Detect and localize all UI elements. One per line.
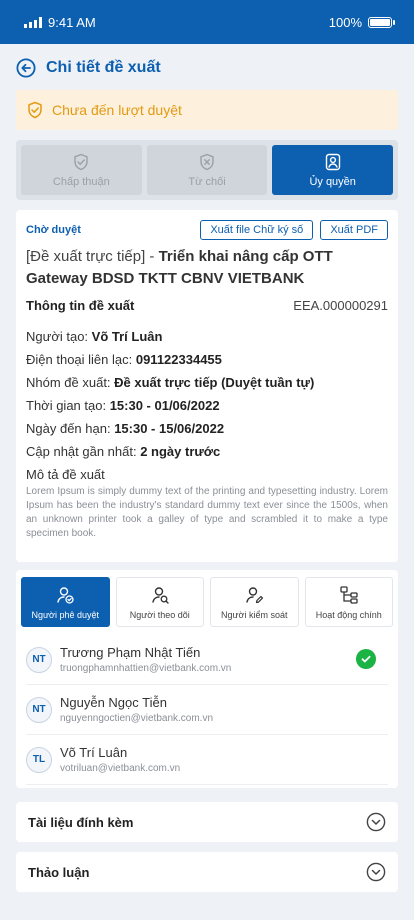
tab-activity[interactable]: Hoạt động chính <box>304 577 393 627</box>
phone-value: 091122334455 <box>135 352 222 367</box>
list-item[interactable]: TL Võ Trí Luân votriluan@vietbank.com.vn <box>26 735 388 785</box>
person-name: Trương Phạm Nhật Tiến <box>60 645 201 660</box>
due-row: Ngày đến hạn: 15:30 - 15/06/2022 <box>26 421 388 436</box>
user-search-icon <box>150 585 170 605</box>
status-notice: Chưa đến lượt duyệt <box>16 90 398 130</box>
approve-label: Chấp thuận <box>52 175 110 188</box>
tab-followers-label: Người theo dõi <box>129 609 190 620</box>
updated-label: Cập nhật gần nhất: <box>26 444 141 459</box>
tab-approvers[interactable]: Người phê duyệt <box>21 577 110 627</box>
page-title: Chi tiết đề xuất <box>46 59 161 76</box>
due-label: Ngày đến hạn: <box>26 421 115 436</box>
status-badge: Chờ duyệt <box>26 224 81 236</box>
created-row: Thời gian tạo: 15:30 - 01/06/2022 <box>26 398 388 413</box>
back-arrow-icon[interactable] <box>16 58 36 78</box>
person-name: Võ Trí Luân <box>60 745 128 760</box>
avatar: NT <box>26 696 52 723</box>
tab-followers[interactable]: Người theo dõi <box>115 577 204 627</box>
page-header: Chi tiết đề xuất <box>0 44 414 92</box>
list-item[interactable]: NT Trương Phạm Nhật Tiến truongphamnhatt… <box>26 635 388 685</box>
shield-warning-icon <box>26 101 44 119</box>
export-pdf-button[interactable]: Xuất PDF <box>320 220 388 240</box>
tab-controllers[interactable]: Người kiểm soát <box>210 577 299 627</box>
list-item[interactable]: NT Nguyễn Ngọc Tiễn nguyenngoctien@vietb… <box>26 685 388 735</box>
creator-value: Võ Trí Luân <box>91 329 163 344</box>
proposal-detail-card: Chờ duyệt Xuất file Chữ ký số Xuất PDF [… <box>16 210 398 562</box>
export-signature-button[interactable]: Xuất file Chữ ký số <box>200 220 314 240</box>
proposal-code: EEA.000000291 <box>293 298 388 313</box>
creator-row: Người tạo: Võ Trí Luân <box>26 329 388 344</box>
approver-list: NT Trương Phạm Nhật Tiến truongphamnhatt… <box>21 635 393 785</box>
phone-label: Điện thoại liên lạc: <box>26 352 136 367</box>
info-heading: Thông tin đề xuất <box>26 298 135 313</box>
tab-controllers-label: Người kiểm soát <box>221 609 288 620</box>
person-name: Nguyễn Ngọc Tiễn <box>60 695 167 710</box>
user-check-icon <box>55 585 75 605</box>
description-label: Mô tả đề xuất <box>26 467 105 482</box>
person-email: truongphamnhattien@vietbank.com.vn <box>60 663 232 674</box>
created-label: Thời gian tạo: <box>26 398 110 413</box>
attachments-label: Tài liệu đính kèm <box>28 814 134 830</box>
shield-check-icon <box>72 153 90 171</box>
user-badge-icon <box>324 153 342 171</box>
battery-icon <box>368 16 395 28</box>
updated-value: 2 ngày trước <box>140 444 221 459</box>
person-email: nguyenngoctien@vietbank.com.vn <box>60 713 214 724</box>
flow-icon <box>339 585 359 605</box>
group-row: Nhóm đề xuất: Đề xuất trực tiếp (Duyệt t… <box>26 375 388 390</box>
created-value: 15:30 - 01/06/2022 <box>109 398 220 413</box>
status-time: 9:41 AM <box>48 14 96 30</box>
delegate-label: Ủy quyền <box>309 175 356 188</box>
action-bar: Chấp thuận Từ chối Ủy quyền <box>16 140 398 200</box>
shield-x-icon <box>198 153 216 171</box>
tab-activity-label: Hoạt động chính <box>315 609 382 620</box>
avatar: NT <box>26 646 52 673</box>
proposal-type-prefix: [Đề xuất trực tiếp] - <box>26 248 159 265</box>
phone-row: Điện thoại liên lạc: 091122334455 <box>26 352 388 367</box>
status-bar: 9:41 AM 100% <box>0 0 414 44</box>
discussion-section[interactable]: Thảo luận <box>16 852 398 892</box>
due-value: 15:30 - 15/06/2022 <box>114 421 225 436</box>
signal-icon <box>24 16 42 28</box>
avatar: TL <box>26 746 52 773</box>
delegate-button[interactable]: Ủy quyền <box>272 145 394 195</box>
approve-button[interactable]: Chấp thuận <box>21 145 142 195</box>
battery-level: 100% <box>328 14 362 30</box>
participants-card: Người phê duyệt Người theo dõi Người kiể… <box>16 570 398 788</box>
creator-label: Người tạo: <box>26 329 92 344</box>
attachments-section[interactable]: Tài liệu đính kèm <box>16 802 398 842</box>
notice-text: Chưa đến lượt duyệt <box>52 102 182 118</box>
description-text: Lorem Ipsum is simply dummy text of the … <box>26 486 388 539</box>
proposal-title: [Đề xuất trực tiếp] - Triển khai nâng cấ… <box>26 246 388 290</box>
discussion-label: Thảo luận <box>28 864 90 880</box>
updated-row: Cập nhật gần nhất: 2 ngày trước <box>26 444 388 459</box>
chevron-down-icon[interactable] <box>366 862 386 882</box>
reject-button[interactable]: Từ chối <box>146 145 268 195</box>
tab-approvers-label: Người phê duyệt <box>31 609 99 620</box>
chevron-down-icon[interactable] <box>366 812 386 832</box>
person-email: votriluan@vietbank.com.vn <box>60 763 181 774</box>
check-icon <box>356 649 376 669</box>
group-value: Đề xuất trực tiếp (Duyệt tuần tự) <box>114 375 315 390</box>
user-edit-icon <box>244 585 264 605</box>
reject-label: Từ chối <box>188 175 226 188</box>
group-label: Nhóm đề xuất: <box>26 375 115 390</box>
